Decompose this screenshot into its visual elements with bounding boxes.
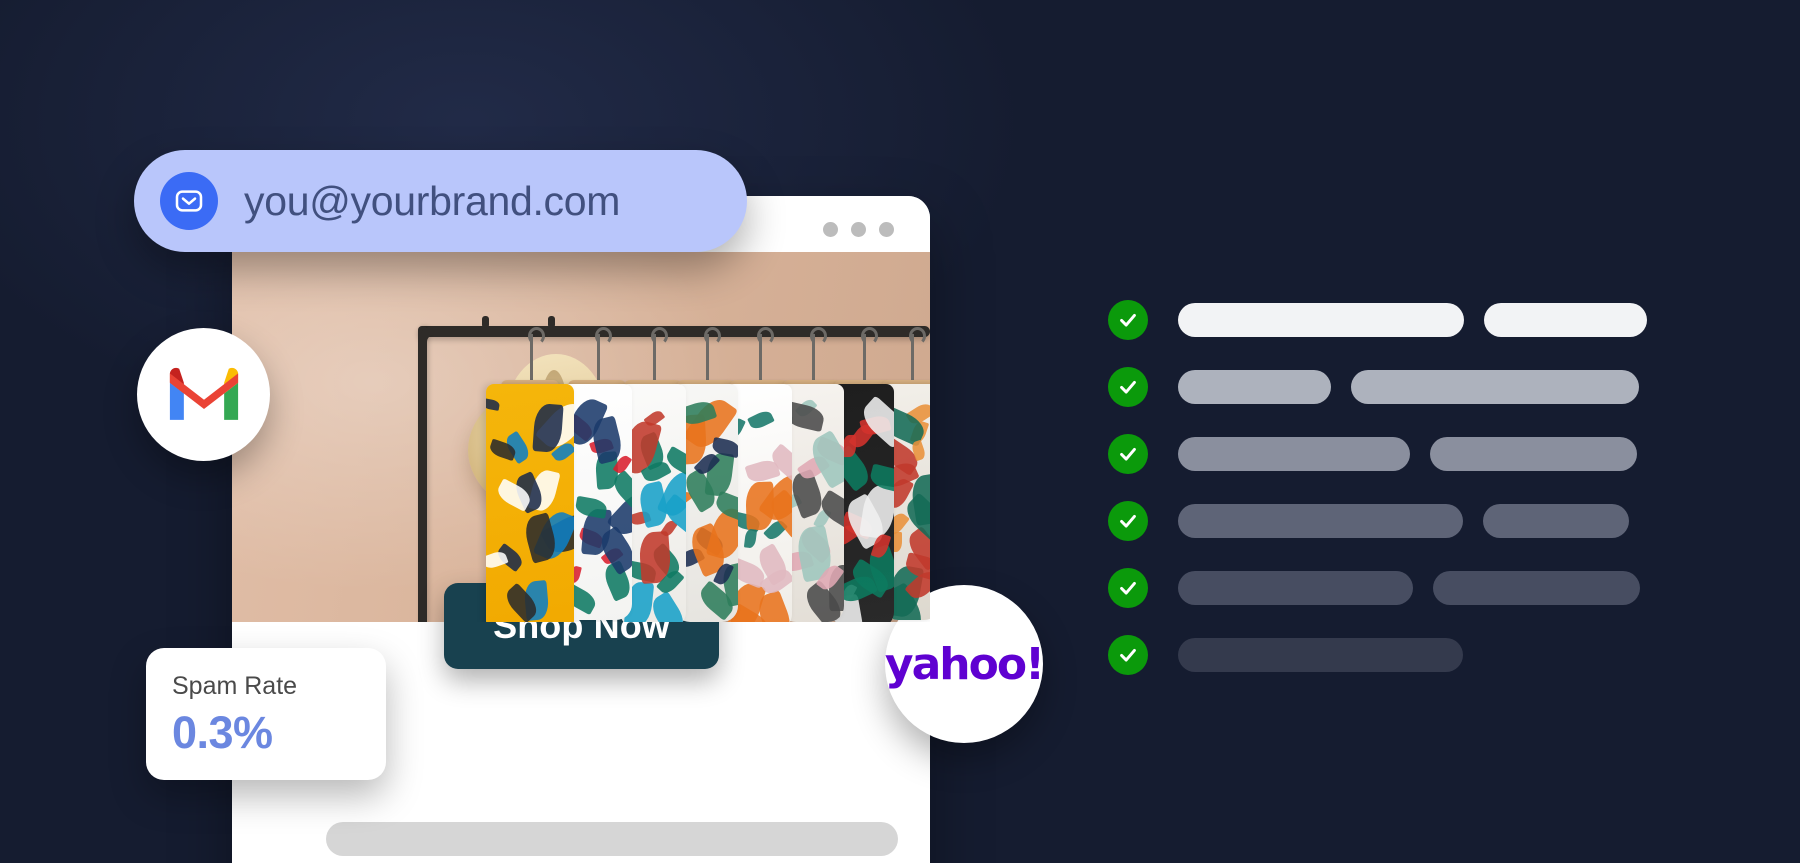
spam-rate-label: Spam Rate bbox=[172, 672, 298, 700]
placeholder-bar bbox=[1433, 571, 1640, 605]
gmail-badge[interactable] bbox=[137, 328, 270, 461]
envelope-icon bbox=[160, 172, 218, 230]
print-motif bbox=[747, 408, 775, 432]
rack-corner bbox=[418, 326, 469, 377]
checklist bbox=[1108, 300, 1692, 702]
check-icon bbox=[1108, 300, 1148, 340]
check-icon bbox=[1108, 501, 1148, 541]
checklist-bars bbox=[1178, 370, 1692, 404]
yahoo-logo-icon: yahoo! bbox=[884, 638, 1045, 690]
checklist-row bbox=[1108, 501, 1692, 541]
rack-nub bbox=[548, 316, 555, 328]
checklist-bars bbox=[1178, 303, 1692, 337]
print-motif bbox=[486, 398, 501, 411]
check-icon bbox=[1108, 568, 1148, 608]
body-placeholder-bar bbox=[326, 822, 898, 856]
window-dot-3 bbox=[879, 222, 894, 237]
placeholder-bar bbox=[1178, 571, 1413, 605]
check-icon bbox=[1108, 635, 1148, 675]
spam-rate-value: 0.3% bbox=[172, 707, 273, 758]
placeholder-bar bbox=[1351, 370, 1639, 404]
checklist-row bbox=[1108, 367, 1692, 407]
email-address-text: you@yourbrand.com bbox=[244, 177, 621, 224]
rack-nub bbox=[482, 316, 489, 328]
print-motif bbox=[574, 495, 608, 519]
checklist-row bbox=[1108, 635, 1692, 675]
shirt bbox=[486, 384, 574, 622]
checklist-bars bbox=[1178, 437, 1692, 471]
placeholder-bar bbox=[1178, 437, 1410, 471]
placeholder-bar bbox=[1430, 437, 1637, 471]
window-dots bbox=[823, 222, 894, 237]
checklist-bars bbox=[1178, 638, 1692, 672]
promo-graphic: Shop Now you@yourbrand.com yahoo! Spam R bbox=[0, 0, 1800, 863]
placeholder-bar bbox=[1483, 504, 1629, 538]
window-dot-1 bbox=[823, 222, 838, 237]
check-icon bbox=[1108, 367, 1148, 407]
spam-rate-card: Spam Rate 0.3% bbox=[146, 648, 386, 780]
print-motif bbox=[743, 528, 758, 549]
placeholder-bar bbox=[1178, 370, 1331, 404]
checklist-row bbox=[1108, 434, 1692, 474]
checklist-bars bbox=[1178, 504, 1692, 538]
checklist-row bbox=[1108, 568, 1692, 608]
check-icon bbox=[1108, 434, 1148, 474]
rack-bar bbox=[418, 326, 930, 337]
email-address-pill[interactable]: you@yourbrand.com bbox=[134, 150, 747, 252]
checklist-bars bbox=[1178, 571, 1692, 605]
placeholder-bar bbox=[1178, 303, 1464, 337]
hero-image-clothing-rack bbox=[232, 252, 930, 622]
placeholder-bar bbox=[1178, 504, 1463, 538]
checklist-row bbox=[1108, 300, 1692, 340]
placeholder-bar bbox=[1484, 303, 1647, 337]
window-dot-2 bbox=[851, 222, 866, 237]
gmail-logo-icon bbox=[163, 361, 245, 428]
placeholder-bar bbox=[1178, 638, 1463, 672]
